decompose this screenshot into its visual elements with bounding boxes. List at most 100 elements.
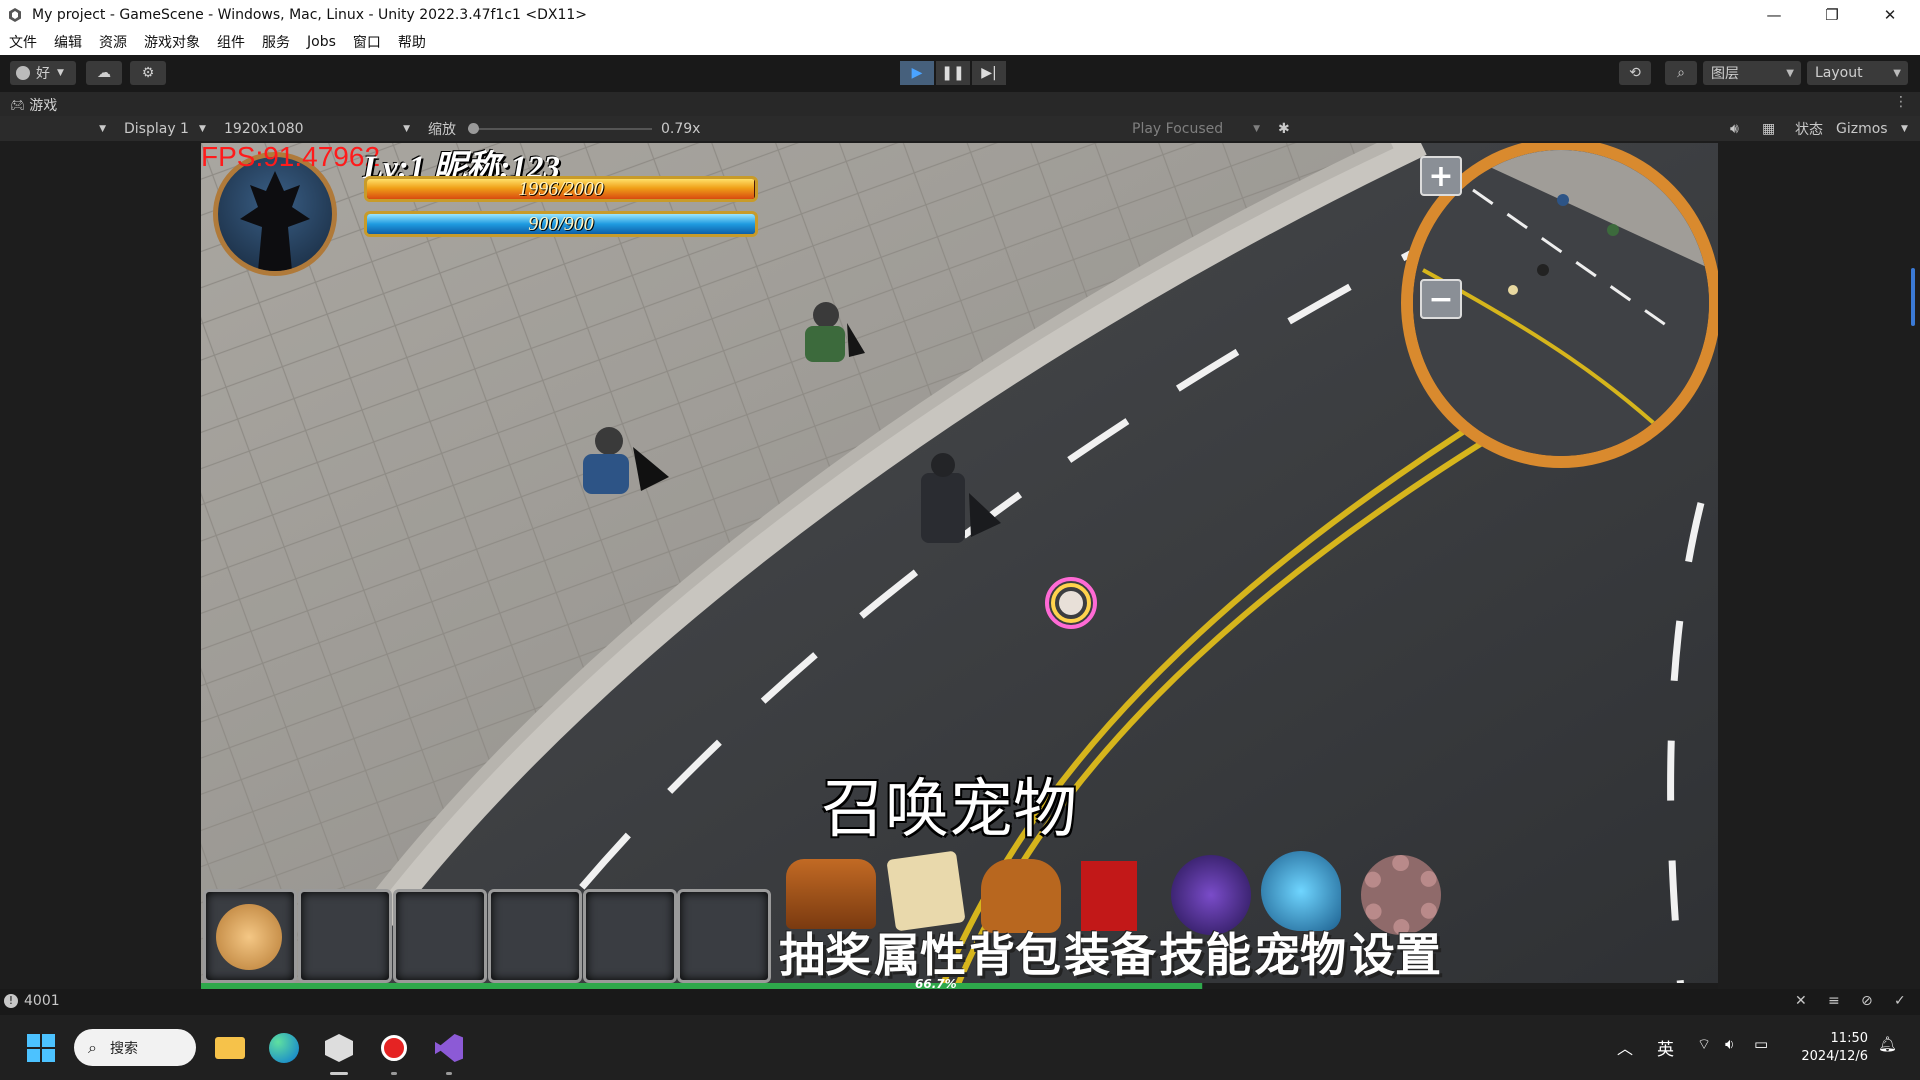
menu-pets-button[interactable]: 宠物 (1254, 919, 1346, 985)
menu-attributes-button[interactable]: 属性 (874, 919, 966, 985)
history-button[interactable]: ⟲ (1619, 61, 1651, 85)
file-explorer-icon[interactable] (211, 1029, 249, 1067)
display-dropdown[interactable]: Display 1 ▼ (124, 119, 216, 138)
skill-slot-1[interactable] (203, 889, 297, 983)
menu-assets[interactable]: 资源 (90, 32, 135, 52)
record-app-icon[interactable] (375, 1029, 413, 1075)
ime-indicator[interactable]: 英 (1657, 1035, 1674, 1060)
history-icon: ⟲ (1629, 65, 1641, 81)
scale-slider-track (468, 128, 652, 130)
chevron-down-icon: ▼ (1253, 123, 1260, 134)
chevron-down-icon: ▼ (1786, 67, 1794, 79)
account-dropdown[interactable]: 好 ▼ (10, 61, 76, 85)
collab-button[interactable]: ⚙ (130, 61, 166, 85)
cloud-icon: ☁ (97, 65, 111, 81)
step-button[interactable]: ▶| (972, 61, 1006, 85)
battery-icon[interactable]: ▭ (1754, 1035, 1768, 1053)
close-button[interactable]: ✕ (1861, 0, 1919, 29)
main-toolbar: 好 ▼ ☁ ⚙ ▶ ❚❚ ▶| ⟲ ⌕ 图层 ▼ Layout ▼ (0, 55, 1920, 92)
stats-toggle[interactable]: 状态 (1795, 119, 1823, 138)
menu-edit[interactable]: 编辑 (45, 32, 90, 52)
cloud-button[interactable]: ☁ (86, 61, 122, 85)
step-icon: ▶| (981, 65, 997, 81)
window-title: My project - GameScene - Windows, Mac, L… (32, 6, 588, 23)
play-button[interactable]: ▶ (900, 61, 934, 85)
debug-off-icon[interactable]: ✕ (1795, 993, 1807, 1009)
search-box[interactable]: ⌕ 搜索 (74, 1029, 196, 1066)
network-off-icon[interactable]: ⊘ (1861, 993, 1873, 1009)
search-label: 搜索 (110, 1040, 138, 1057)
gizmos-toggle[interactable]: Gizmos (1836, 119, 1888, 138)
hp-text: 1996/2000 (518, 177, 604, 200)
tab-game-label: 游戏 (29, 98, 58, 114)
scrollbar-thumb[interactable] (1911, 268, 1915, 326)
menu-lottery-button[interactable]: 抽奖 (779, 919, 871, 985)
menu-backpack-button[interactable]: 背包 (969, 919, 1061, 985)
hp-bar: 1996/2000 (364, 176, 758, 202)
chevron-down-icon: ▼ (1893, 67, 1901, 79)
skill-slot-3[interactable] (393, 889, 487, 983)
game-viewport[interactable]: + − FPS:91.47962 Lv:1 昵称:123 1996/2000 9… (201, 143, 1718, 989)
resolution-label: 1920x1080 (224, 120, 304, 137)
pet-summon[interactable] (1045, 577, 1097, 629)
search-icon: ⌕ (88, 1037, 97, 1057)
volume-icon[interactable]: 🔉︎ (1725, 1035, 1734, 1053)
menu-help[interactable]: 帮助 (389, 32, 434, 52)
info-icon: ! (4, 994, 18, 1008)
grid-icon[interactable]: ▦ (1762, 119, 1775, 138)
clock-date: 2024/12/6 (1801, 1049, 1868, 1064)
restore-button[interactable]: ❐ (1803, 0, 1861, 29)
skill-slot-6[interactable] (677, 889, 771, 983)
menu-settings-button[interactable]: 设置 (1349, 919, 1441, 985)
scale-slider[interactable] (468, 119, 652, 138)
unity-app-icon[interactable] (320, 1029, 358, 1075)
visual-studio-icon[interactable] (430, 1029, 468, 1075)
menu-gameobject[interactable]: 游戏对象 (135, 32, 208, 52)
menu-window[interactable]: 窗口 (344, 32, 389, 52)
layers-dropdown[interactable]: 图层 ▼ (1703, 61, 1801, 85)
console-count[interactable]: ! 4001 (4, 993, 60, 1009)
start-button[interactable] (22, 1029, 60, 1067)
chevron-down-icon[interactable]: ▼ (1901, 119, 1908, 138)
check-circle-icon[interactable]: ✓ (1894, 993, 1906, 1009)
play-mode-dropdown[interactable]: Play Focused ▼ (1132, 119, 1264, 138)
wifi-icon[interactable]: ⌔ (1697, 1035, 1711, 1054)
menu-component[interactable]: 组件 (208, 32, 253, 52)
layers-icon[interactable]: ≡ (1828, 993, 1840, 1009)
chevron-down-icon: ▼ (99, 123, 106, 134)
notification-bell-icon[interactable]: 🔔︎ (1878, 1035, 1897, 1053)
bug-icon[interactable]: ✱ (1278, 119, 1290, 138)
search-button[interactable]: ⌕ (1665, 61, 1697, 85)
minimize-button[interactable]: — (1745, 0, 1803, 29)
menu-file[interactable]: 文件 (0, 32, 45, 52)
audio-icon[interactable]: 🔊︎ (1730, 119, 1739, 138)
layout-dropdown[interactable]: Layout ▼ (1807, 61, 1908, 85)
more-options-icon[interactable]: ⋮ (1894, 94, 1908, 110)
fps-counter: FPS:91.47962 (201, 143, 381, 172)
menu-skills-button[interactable]: 技能 (1159, 919, 1251, 985)
scale-value: 0.79x (661, 120, 701, 137)
console-count-value: 4001 (24, 993, 60, 1009)
menu-jobs[interactable]: Jobs (298, 34, 344, 50)
exp-text: 66.7% (915, 977, 957, 989)
chevron-up-icon[interactable]: ︿ (1617, 1035, 1633, 1059)
skill-slot-2[interactable] (298, 889, 392, 983)
windows-taskbar: ⌕ 搜索 ︿ 英 ⌔ 🔉︎ ▭ 11:50 2024/12/6 🔔︎ (0, 1015, 1920, 1080)
skill-slot-4[interactable] (488, 889, 582, 983)
menu-equipment-button[interactable]: 装备 (1064, 919, 1156, 985)
unity-logo-icon (6, 6, 24, 24)
play-icon: ▶ (911, 65, 923, 81)
edge-browser-icon[interactable] (265, 1029, 303, 1067)
clock[interactable]: 11:50 2024/12/6 (1790, 1030, 1868, 1066)
pause-button[interactable]: ❚❚ (936, 61, 970, 85)
resolution-dropdown[interactable]: 1920x1080 ▼ (224, 119, 416, 138)
scale-slider-knob[interactable] (468, 123, 479, 134)
minimap-zoom-out-button[interactable]: − (1420, 279, 1462, 319)
game-tab-row: 🎮︎ 游戏 ⋮ (0, 92, 1920, 116)
game-view-type-dropdown[interactable]: ▼ (0, 119, 112, 138)
tab-game[interactable]: 🎮︎ 游戏 (10, 95, 57, 115)
skill-slot-5[interactable] (583, 889, 677, 983)
gamepad-icon: 🎮︎ (10, 98, 26, 112)
menu-services[interactable]: 服务 (253, 32, 298, 52)
minimap-zoom-in-button[interactable]: + (1420, 156, 1462, 196)
